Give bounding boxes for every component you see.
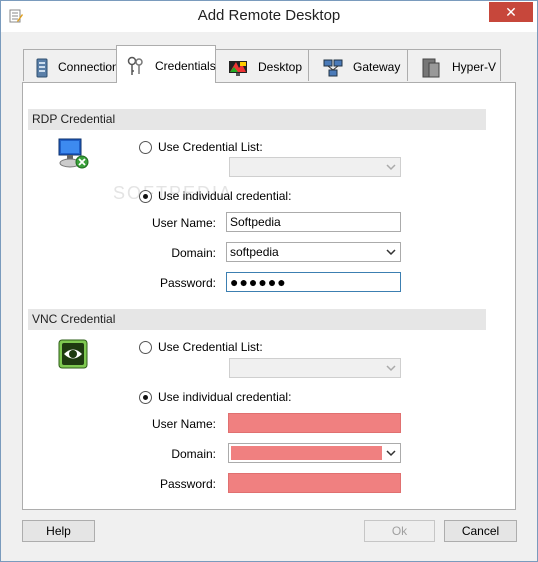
chevron-down-icon [386, 365, 396, 372]
rdp-use-individual-credential-label[interactable]: Use individual credential: [158, 189, 291, 203]
rdp-password-label: Password: [159, 276, 216, 290]
rdp-use-credential-list-radio[interactable] [139, 141, 152, 154]
tab-gateway-label: Gateway [353, 60, 401, 74]
vnc-password-label: Password: [159, 477, 216, 491]
chevron-down-icon [386, 164, 396, 171]
rdp-computer-icon [58, 138, 89, 169]
vnc-credential-title: VNC Credential [32, 312, 116, 326]
vnc-use-credential-list-label[interactable]: Use Credential List: [158, 340, 263, 354]
vnc-use-individual-credential-radio[interactable] [139, 391, 152, 404]
vnc-use-credential-list-radio[interactable] [139, 341, 152, 354]
rdp-use-individual-credential-radio[interactable] [139, 190, 152, 203]
tab-desktop-label: Desktop [258, 60, 303, 74]
rdp-domain-dropdown[interactable]: softpedia [226, 242, 401, 262]
vnc-use-individual-credential-label[interactable]: Use individual credential: [158, 390, 291, 404]
rdp-username-field[interactable]: Softpedia [226, 212, 401, 232]
vnc-domain-error-fill [231, 446, 382, 460]
desktop-icon [229, 61, 247, 76]
rdp-domain-value: softpedia [230, 245, 279, 259]
rdp-credential-header: RDP Credential [28, 109, 486, 130]
tab-hyper-v[interactable]: Hyper-V [407, 49, 501, 81]
rdp-use-credential-list-label[interactable]: Use Credential List: [158, 140, 263, 154]
add-remote-desktop-dialog: Add Remote Desktop ✕ Connection Credenti… [0, 0, 538, 562]
chevron-down-icon [386, 249, 396, 256]
tab-connection[interactable]: Connection [23, 49, 119, 81]
help-button[interactable]: Help [22, 520, 95, 542]
tab-connection-label: Connection [58, 60, 119, 74]
vnc-domain-label: Domain: [171, 447, 216, 461]
tab-credentials-label: Credentials [155, 59, 216, 73]
rdp-credential-title: RDP Credential [32, 112, 116, 126]
window-title: Add Remote Desktop [197, 7, 341, 24]
connection-icon [36, 58, 48, 78]
tab-gateway[interactable]: Gateway [308, 49, 408, 81]
rdp-password-field[interactable]: ●●●●●● [226, 272, 401, 292]
vnc-username-field[interactable] [228, 413, 401, 433]
vnc-eye-icon [58, 339, 88, 369]
rdp-domain-label: Domain: [171, 246, 216, 260]
cancel-button[interactable]: Cancel [444, 520, 517, 542]
gateway-icon [323, 59, 343, 77]
close-button[interactable]: ✕ [489, 2, 533, 22]
tab-strip: Connection Credentials Desktop Gateway H… [23, 45, 503, 83]
vnc-domain-dropdown[interactable] [228, 443, 401, 463]
tab-hyper-v-label: Hyper-V [452, 60, 497, 74]
title-bar: Add Remote Desktop ✕ [1, 1, 537, 32]
tab-credentials[interactable]: Credentials [116, 45, 216, 83]
rdp-credential-list-dropdown[interactable] [229, 157, 401, 177]
hyper-v-icon [422, 58, 440, 78]
vnc-password-field[interactable] [228, 473, 401, 493]
rdp-username-label: User Name: [151, 216, 216, 230]
tab-desktop[interactable]: Desktop [215, 49, 309, 81]
vnc-credential-header: VNC Credential [28, 309, 486, 330]
vnc-credential-list-dropdown[interactable] [229, 358, 401, 378]
vnc-username-label: User Name: [151, 417, 216, 431]
chevron-down-icon [386, 450, 396, 457]
credentials-icon [127, 56, 143, 75]
ok-button[interactable]: Ok [364, 520, 435, 542]
